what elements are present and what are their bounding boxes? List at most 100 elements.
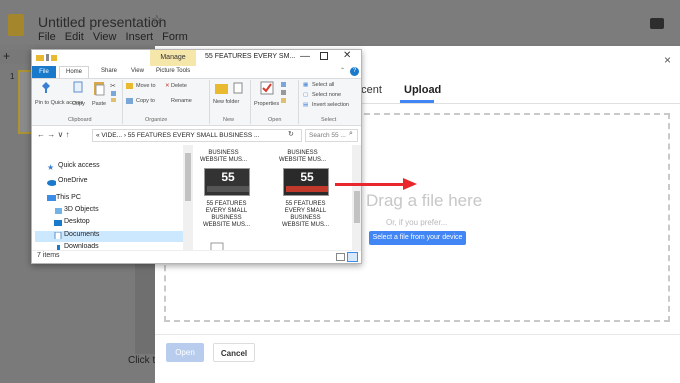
chevron-up-icon[interactable]: ⌃	[340, 67, 345, 74]
clipboard-small-icons[interactable]: ✂	[110, 81, 118, 103]
nav-downloads[interactable]: Downloads	[64, 243, 99, 250]
star-icon[interactable]: ☆	[151, 12, 163, 28]
document-file-icon[interactable]	[210, 242, 226, 250]
nav-this-pc[interactable]: This PC	[56, 194, 81, 201]
new-item-icon[interactable]	[232, 81, 244, 95]
open-small-icons[interactable]	[280, 81, 288, 105]
tab-upload[interactable]: Upload	[404, 84, 441, 96]
details-view-icon[interactable]	[336, 253, 345, 261]
open-button[interactable]: Open	[166, 343, 204, 362]
cube-icon	[55, 208, 62, 214]
content-scrollbar-thumb[interactable]	[354, 191, 360, 223]
nav-3d-objects[interactable]: 3D Objects	[64, 206, 99, 213]
explorer-window-title: 55 FEATURES EVERY SM...	[205, 53, 296, 60]
invert-selection-icon[interactable]: ▤	[303, 102, 308, 108]
navigation-arrows[interactable]: ← → ∨ ↑	[37, 130, 70, 139]
delete-label[interactable]: Delete	[171, 83, 187, 89]
red-arrow-shaft	[335, 183, 405, 186]
minimize-button[interactable]: —	[300, 51, 310, 62]
pin-icon[interactable]	[39, 81, 53, 95]
menu-insert[interactable]: Insert	[126, 31, 154, 43]
delete-icon[interactable]: ✕	[165, 83, 170, 89]
nav-desktop[interactable]: Desktop	[64, 218, 90, 225]
select-group-label: Select	[321, 117, 337, 123]
invert-selection-label[interactable]: Invert selection	[312, 102, 349, 108]
open-group-label: Open	[268, 117, 282, 123]
large-icons-view-icon[interactable]	[347, 252, 358, 262]
new-folder-label[interactable]: New folder	[213, 99, 239, 105]
thumbnail-strip	[207, 186, 249, 192]
folder-icon	[36, 54, 57, 61]
maximize-button[interactable]	[320, 52, 328, 60]
thumbnail-text: 55	[221, 170, 235, 184]
organize-group-label: Organize	[145, 117, 168, 123]
move-to-icon[interactable]	[126, 82, 134, 90]
pin-quick-access-label[interactable]: Pin to Quick access	[35, 100, 83, 106]
cloud-icon	[47, 180, 56, 186]
ribbon-tab-view[interactable]: View	[131, 68, 144, 74]
manage-tab[interactable]: Manage	[150, 50, 196, 66]
menu-view[interactable]: View	[93, 31, 117, 43]
copy-icon[interactable]	[72, 81, 84, 95]
ribbon-tab-picture-tools[interactable]: Picture Tools	[156, 68, 190, 74]
copy-to-label[interactable]: Copy to	[136, 98, 155, 104]
menu-edit[interactable]: Edit	[65, 31, 84, 43]
presentation-title[interactable]: Untitled presentation	[38, 14, 166, 30]
thumbnail-text: 55	[300, 170, 314, 184]
video-thumbnail[interactable]: 55	[204, 168, 250, 196]
file-item-label[interactable]: BUSINESS WEBSITE MUS...	[196, 150, 251, 164]
menu-file[interactable]: File	[38, 31, 56, 43]
rename-label[interactable]: Rename	[171, 98, 192, 104]
ribbon-tab-file[interactable]: File	[32, 66, 56, 78]
select-all-label[interactable]: Select all	[312, 82, 334, 88]
select-none-label[interactable]: Select none	[312, 92, 341, 98]
search-icon[interactable]: ⌕	[349, 130, 353, 138]
video-thumbnail[interactable]: 55	[283, 168, 329, 196]
copy-to-icon[interactable]	[126, 97, 134, 105]
desktop-icon	[54, 220, 62, 226]
window-close-button[interactable]: ✕	[343, 50, 351, 61]
slides-menu-bar: File Edit View Insert Form	[38, 31, 194, 43]
file-item-label[interactable]: BUSINESS WEBSITE MUS...	[275, 150, 330, 164]
thumbnail-strip	[286, 186, 328, 192]
status-bar	[32, 250, 361, 263]
nav-scrollbar-thumb[interactable]	[185, 153, 191, 201]
copy-label[interactable]: Copy	[72, 101, 85, 107]
dialog-close-icon[interactable]: ×	[664, 53, 671, 67]
nav-documents[interactable]: Documents	[64, 231, 99, 238]
star-icon: ★	[47, 163, 55, 172]
menu-format[interactable]: Form	[162, 31, 188, 43]
file-item-label[interactable]: 55 FEATURES EVERY SMALL BUSINESS WEBSITE…	[278, 201, 333, 229]
file-explorer-window: Manage 55 FEATURES EVERY SM... — ✕ File …	[31, 49, 362, 264]
refresh-icon[interactable]: ↻	[288, 130, 294, 138]
explorer-titlebar[interactable]	[32, 50, 361, 66]
nav-onedrive[interactable]: OneDrive	[58, 177, 88, 184]
select-all-icon[interactable]: ▦	[303, 82, 308, 88]
ribbon-tab-share[interactable]: Share	[101, 68, 117, 74]
file-item-label[interactable]: 55 FEATURES EVERY SMALL BUSINESS WEBSITE…	[199, 201, 254, 229]
slides-logo-icon[interactable]	[8, 14, 24, 36]
footer-divider	[155, 334, 680, 335]
new-group-label: New	[223, 117, 235, 123]
cancel-button[interactable]: Cancel	[213, 343, 255, 362]
ribbon-separator	[209, 80, 210, 124]
paste-label[interactable]: Paste	[92, 101, 106, 107]
paste-icon[interactable]	[92, 79, 106, 97]
ribbon-separator	[298, 80, 299, 124]
red-arrow-icon	[403, 178, 417, 190]
new-slide-button[interactable]: +	[3, 49, 10, 63]
nav-quick-access[interactable]: Quick access	[58, 162, 100, 169]
select-none-icon[interactable]: ▢	[303, 92, 308, 98]
address-bar[interactable]: « VIDE... › 55 FEATURES EVERY SMALL BUSI…	[92, 129, 302, 142]
select-file-button[interactable]: Select a file from your device	[369, 231, 466, 245]
help-icon[interactable]: ?	[350, 67, 359, 76]
new-folder-icon[interactable]	[214, 81, 230, 95]
properties-icon[interactable]	[259, 80, 275, 96]
slide-number: 1	[10, 72, 15, 81]
ribbon-tab-home[interactable]: Home	[59, 66, 89, 78]
comment-icon[interactable]	[650, 18, 664, 29]
quick-access-toolbar[interactable]	[36, 53, 58, 64]
properties-label[interactable]: Properties	[254, 101, 279, 107]
move-to-label[interactable]: Move to	[136, 83, 156, 89]
or-prefer-text: Or, if you prefer...	[386, 218, 448, 227]
